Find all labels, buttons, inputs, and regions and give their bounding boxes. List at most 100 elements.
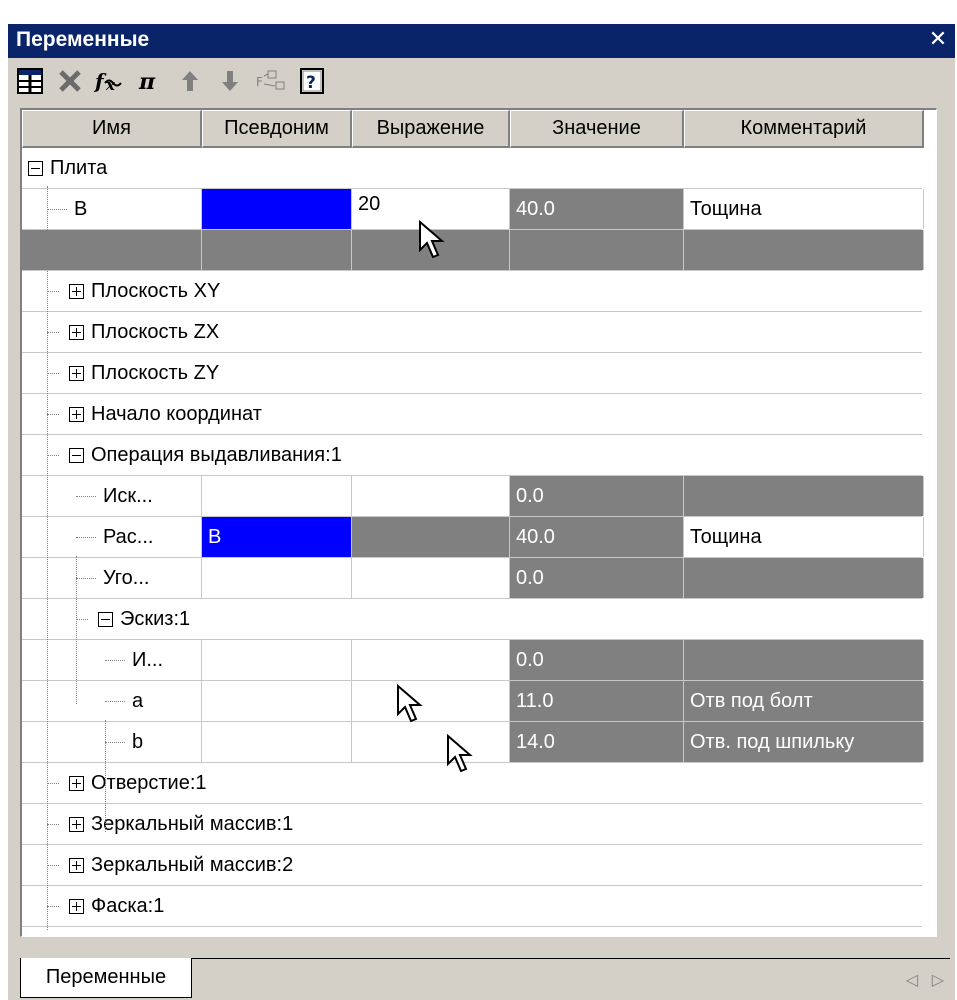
tab-bar-divider [192, 958, 950, 959]
tree-node-row[interactable]: Зеркальный массив:2 [22, 845, 922, 886]
variable-name-cell[interactable]: B [22, 189, 202, 229]
variable-comment-cell[interactable] [684, 558, 924, 598]
variable-expression-cell[interactable] [352, 681, 510, 721]
variable-name: Рас... [103, 525, 154, 548]
collapse-icon[interactable] [98, 612, 113, 627]
tree-connector [47, 291, 59, 292]
variables-table-icon[interactable] [12, 62, 48, 100]
variable-name-cell[interactable] [22, 230, 202, 270]
variable-name: a [132, 689, 144, 712]
variable-value-cell[interactable]: 11.0 [510, 681, 684, 721]
variable-value-cell[interactable]: 0.0 [510, 476, 684, 516]
move-down-icon[interactable] [212, 62, 248, 100]
variable-row[interactable] [22, 230, 924, 271]
tree-node-row[interactable]: Плоскость XY [22, 271, 922, 312]
variable-name-cell[interactable]: И... [22, 640, 202, 680]
variable-alias-cell[interactable]: B [202, 517, 352, 557]
variables-panel: Переменные ✕ f x π F ? Имя Псевдоним Выр… [8, 24, 955, 1000]
variable-name-cell[interactable]: b [22, 722, 202, 762]
tree-node-row[interactable]: Фаска:1 [22, 886, 922, 927]
variable-expression-cell[interactable] [352, 722, 510, 762]
variable-expression-cell[interactable] [352, 640, 510, 680]
delete-icon[interactable] [52, 62, 88, 100]
tree-node-label: Фаска:1 [91, 894, 165, 917]
expand-icon[interactable] [69, 776, 84, 791]
variable-comment-cell[interactable]: Отв. под шпильку [684, 722, 924, 762]
move-up-icon[interactable] [172, 62, 208, 100]
variable-comment-cell[interactable]: Отв под болт [684, 681, 924, 721]
variable-expression-cell[interactable] [352, 517, 510, 557]
pi-icon[interactable]: π [132, 62, 168, 100]
variable-value-cell[interactable]: 14.0 [510, 722, 684, 762]
variable-value-cell[interactable]: 40.0 [510, 517, 684, 557]
variable-row[interactable]: Уго... 0.0 [22, 558, 924, 599]
variable-alias-cell[interactable] [202, 681, 352, 721]
variable-comment-cell[interactable] [684, 476, 924, 516]
variable-name-cell[interactable]: Рас... [22, 517, 202, 557]
expand-icon[interactable] [69, 817, 84, 832]
variable-alias-cell[interactable] [202, 558, 352, 598]
expand-icon[interactable] [69, 284, 84, 299]
tree-node-row[interactable]: Операция выдавливания:1 [22, 435, 922, 476]
tree-node-row[interactable]: Эскиз:1 [22, 599, 922, 640]
expand-icon[interactable] [69, 325, 84, 340]
tree-connector [105, 701, 125, 702]
variable-row[interactable]: B 20 40.0 Тощина [22, 189, 924, 230]
column-header-alias[interactable]: Псевдоним [202, 110, 352, 148]
variable-alias-cell[interactable] [202, 476, 352, 516]
function-icon[interactable]: f x [92, 62, 128, 100]
tree-node-label: Плита [50, 156, 108, 179]
variable-comment-cell[interactable] [684, 230, 924, 270]
scroll-left-icon[interactable]: ◁ [906, 970, 918, 989]
variable-expression-cell[interactable] [352, 476, 510, 516]
expand-icon[interactable] [69, 899, 84, 914]
column-header-value[interactable]: Значение [510, 110, 684, 148]
svg-text:π: π [138, 69, 156, 95]
title-bar: Переменные ✕ [8, 24, 955, 58]
variable-comment-cell[interactable] [684, 640, 924, 680]
tree-node-row[interactable]: Начало координат [22, 394, 922, 435]
fit-icon[interactable]: F [252, 62, 288, 100]
expand-icon[interactable] [69, 366, 84, 381]
tree-connector [76, 619, 88, 620]
expand-icon[interactable] [69, 858, 84, 873]
variable-comment-cell[interactable]: Тощина [684, 517, 924, 557]
tree-node-label: Зеркальный массив:1 [91, 812, 294, 835]
column-header-comment[interactable]: Комментарий [684, 110, 924, 148]
variable-alias-cell[interactable] [202, 189, 352, 229]
tree-node-row[interactable]: Зеркальный массив:1 [22, 804, 922, 845]
variable-expression-cell[interactable] [352, 558, 510, 598]
variable-row[interactable]: И... 0.0 [22, 640, 924, 681]
expand-icon[interactable] [69, 407, 84, 422]
tree-node-label: Плоскость ZY [91, 361, 220, 384]
variable-row[interactable]: Рас... B 40.0 Тощина [22, 517, 924, 558]
tree-connector [47, 824, 59, 825]
close-icon[interactable]: ✕ [925, 25, 951, 55]
collapse-icon[interactable] [28, 161, 43, 176]
tree-node-row[interactable]: Плита [22, 148, 922, 189]
collapse-icon[interactable] [69, 448, 84, 463]
column-header-expression[interactable]: Выражение [352, 110, 510, 148]
variable-name-cell[interactable]: a [22, 681, 202, 721]
variable-name-cell[interactable]: Уго... [22, 558, 202, 598]
scroll-right-icon[interactable]: ▷ [932, 970, 944, 989]
variable-alias-cell[interactable] [202, 640, 352, 680]
variable-comment-cell[interactable]: Тощина [684, 189, 924, 229]
variable-alias-cell[interactable] [202, 230, 352, 270]
variable-row[interactable]: a 11.0 Отв под болт [22, 681, 924, 722]
variable-alias-cell[interactable] [202, 722, 352, 762]
variable-name: И... [132, 648, 164, 671]
variable-value-cell[interactable]: 40.0 [510, 189, 684, 229]
variable-row[interactable]: Иск... 0.0 [22, 476, 924, 517]
tree-node-row[interactable]: Плоскость ZY [22, 353, 922, 394]
column-header-name[interactable]: Имя [22, 110, 202, 148]
tab-variables[interactable]: Переменные [20, 958, 192, 998]
variable-name-cell[interactable]: Иск... [22, 476, 202, 516]
help-icon[interactable]: ? [294, 62, 330, 100]
variable-value-cell[interactable] [510, 230, 684, 270]
variable-value-cell[interactable]: 0.0 [510, 640, 684, 680]
mouse-cursor-icon [397, 684, 423, 723]
tree-node-row[interactable]: Плоскость ZX [22, 312, 922, 353]
variables-grid: Имя Псевдоним Выражение Значение Коммент… [20, 108, 937, 937]
variable-value-cell[interactable]: 0.0 [510, 558, 684, 598]
